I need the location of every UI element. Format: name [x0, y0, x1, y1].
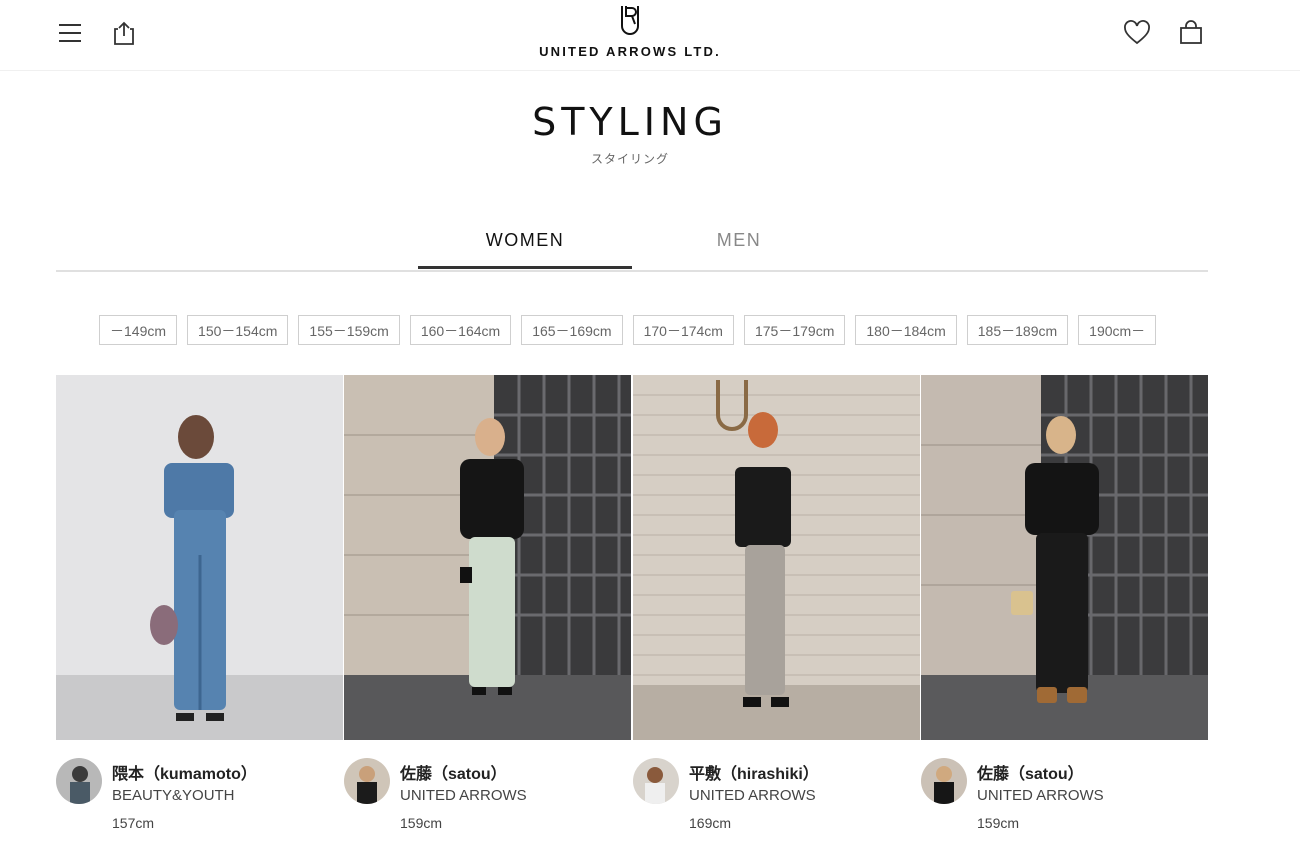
stylist-brand: UNITED ARROWS [977, 787, 1104, 804]
stylist-brand: BEAUTY&YOUTH [112, 787, 235, 804]
height-filter-155-159[interactable]: 155－159cm [298, 315, 400, 345]
stylist-avatar[interactable] [921, 758, 967, 804]
styling-photo[interactable] [921, 375, 1208, 740]
height-filter-160-164[interactable]: 160－164cm [409, 315, 512, 345]
stylist-avatar[interactable] [633, 758, 679, 804]
styling-card[interactable]: 佐藤（satou） UNITED ARROWS 159cm [921, 375, 1208, 845]
brand-logo[interactable]: UNITED ARROWS LTD. [520, 4, 740, 68]
stylist-name[interactable]: 佐藤（satou） [400, 760, 507, 784]
active-tab-indicator [418, 266, 632, 269]
height-filter-165-169[interactable]: 165－169cm [521, 315, 623, 345]
stylist-height: 157cm [112, 815, 155, 831]
shopping-bag-icon[interactable] [1177, 18, 1205, 48]
stylist-info: 佐藤（satou） UNITED ARROWS 159cm [344, 758, 631, 838]
styling-photo[interactable] [56, 375, 343, 740]
tab-men[interactable]: MEN [632, 224, 846, 268]
stylist-name[interactable]: 隈本（kumamoto） [112, 760, 257, 784]
height-filter-list: －149cm 150－154cm 155－159cm 160－164cm 165… [99, 315, 1157, 347]
styling-grid: 隈本（kumamoto） BEAUTY&YOUTH 157cm 佐藤（satou… [56, 375, 1208, 845]
heart-icon[interactable] [1123, 18, 1151, 48]
height-filter-180-184[interactable]: 180－184cm [855, 315, 957, 345]
height-filter-170-174[interactable]: 170－174cm [632, 315, 734, 345]
styling-card[interactable]: 隈本（kumamoto） BEAUTY&YOUTH 157cm [56, 375, 343, 845]
height-filter-185-189[interactable]: 185－189cm [966, 315, 1069, 345]
stylist-info: 隈本（kumamoto） BEAUTY&YOUTH 157cm [56, 758, 343, 838]
stylist-name[interactable]: 平敷（hirashiki） [689, 760, 819, 784]
stylist-avatar[interactable] [344, 758, 390, 804]
stylist-height: 169cm [689, 815, 732, 831]
stylist-height: 159cm [977, 815, 1020, 831]
page-subtitle: スタイリング [590, 152, 669, 166]
styling-card[interactable]: 佐藤（satou） UNITED ARROWS 159cm [344, 375, 631, 845]
height-filter-190[interactable]: 190cm－ [1078, 315, 1157, 345]
stylist-height: 159cm [400, 815, 443, 831]
gender-tabs: WOMEN MEN [56, 224, 1208, 272]
stylist-name[interactable]: 佐藤（satou） [977, 760, 1084, 784]
site-header: UNITED ARROWS LTD. [0, 0, 1300, 71]
height-filter-175-179[interactable]: 175－179cm [743, 315, 846, 345]
height-filter-150-154[interactable]: 150－154cm [187, 315, 289, 345]
styling-photo[interactable] [633, 375, 920, 740]
stylist-info: 佐藤（satou） UNITED ARROWS 159cm [921, 758, 1208, 838]
page-title: STYLING [532, 100, 728, 144]
share-icon[interactable] [110, 18, 138, 48]
tab-women[interactable]: WOMEN [418, 224, 632, 268]
styling-card[interactable]: 平敷（hirashiki） UNITED ARROWS 169cm [633, 375, 920, 845]
stylist-brand: UNITED ARROWS [689, 787, 816, 804]
stylist-brand: UNITED ARROWS [400, 787, 527, 804]
height-filter-149[interactable]: －149cm [99, 315, 178, 345]
styling-photo[interactable] [344, 375, 631, 740]
logo-text: UNITED ARROWS LTD. [539, 44, 721, 59]
hamburger-menu-icon[interactable] [56, 18, 84, 48]
stylist-avatar[interactable] [56, 758, 102, 804]
page-heading: STYLING スタイリング [0, 100, 1260, 167]
stylist-info: 平敷（hirashiki） UNITED ARROWS 169cm [633, 758, 920, 838]
united-arrows-logo-icon [621, 6, 639, 35]
